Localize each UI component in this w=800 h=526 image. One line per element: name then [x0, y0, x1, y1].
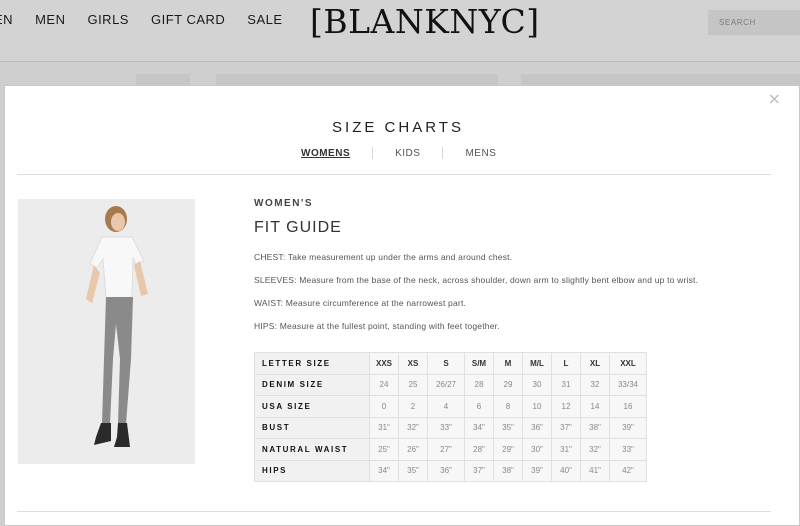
table-cell: 31: [551, 373, 581, 396]
row-label: USA SIZE: [254, 395, 370, 418]
sleeves-description: SLEEVES: Measure from the base of the ne…: [254, 275, 699, 285]
table-cell: 32: [580, 373, 610, 396]
table-cell: 26": [398, 438, 428, 461]
table-cell: 10: [522, 395, 552, 418]
table-cell: 42": [609, 459, 647, 482]
site-logo[interactable]: [BLANKNYC]: [310, 2, 540, 41]
table-cell: 4: [427, 395, 465, 418]
table-cell: 37": [464, 459, 494, 482]
fit-guide: WOMEN'S FIT GUIDE CHEST: Take measuremen…: [254, 198, 698, 331]
nav-item-sale[interactable]: SALE: [247, 12, 282, 27]
table-cell: 38": [493, 459, 523, 482]
waist-description: WAIST: Measure circumference at the narr…: [254, 298, 467, 308]
table-row: LETTER SIZE XXS XS S S/M M M/L L XL XXL: [254, 352, 647, 375]
hips-description: HIPS: Measure at the fullest point, stan…: [254, 321, 500, 331]
table-cell: XXS: [369, 352, 399, 375]
divider: [17, 174, 771, 175]
table-cell: M: [493, 352, 523, 375]
table-cell: 0: [369, 395, 399, 418]
table-cell: 28": [464, 438, 494, 461]
table-cell: 12: [551, 395, 581, 418]
table-cell: 35": [398, 459, 428, 482]
table-row: BUST 31" 32" 33" 34" 35" 36" 37" 38" 39": [254, 416, 647, 439]
table-cell: 34": [464, 416, 494, 439]
table-cell: 8: [493, 395, 523, 418]
table-cell: S/M: [464, 352, 494, 375]
row-label: LETTER SIZE: [254, 352, 370, 375]
table-cell: 36": [427, 459, 465, 482]
table-cell: 37": [551, 416, 581, 439]
table-cell: S: [427, 352, 465, 375]
chest-description: CHEST: Take measurement up under the arm…: [254, 252, 513, 262]
table-cell: XXL: [609, 352, 647, 375]
table-cell: 39": [522, 459, 552, 482]
table-cell: 32": [580, 438, 610, 461]
main-nav: EN MEN GIRLS GIFT CARD SALE: [0, 12, 305, 27]
table-cell: 28: [464, 373, 494, 396]
table-row: NATURAL WAIST 25" 26" 27" 28" 29" 30" 31" 32" 33": [254, 438, 647, 461]
fit-guide-title: FIT GUIDE: [254, 219, 342, 236]
table-cell: 38": [580, 416, 610, 439]
size-chart-modal: × SIZE CHARTS WOMENS KIDS MENS WOMEN'S F…: [4, 85, 800, 526]
table-cell: L: [551, 352, 581, 375]
table-cell: M/L: [522, 352, 552, 375]
close-icon[interactable]: ×: [768, 89, 781, 108]
table-cell: 30: [522, 373, 552, 396]
row-label: HIPS: [254, 459, 370, 482]
table-cell: 32": [398, 416, 428, 439]
row-label: DENIM SIZE: [254, 373, 370, 396]
table-cell: 35": [493, 416, 523, 439]
table-cell: 16: [609, 395, 647, 418]
table-cell: 31": [551, 438, 581, 461]
table-cell: 29": [493, 438, 523, 461]
table-cell: 39": [609, 416, 647, 439]
model-photo: [18, 199, 195, 464]
size-table: LETTER SIZE XXS XS S S/M M M/L L XL XXL DENIM SIZE…: [254, 352, 647, 482]
table-cell: 29: [493, 373, 523, 396]
search-input[interactable]: SEARCH: [708, 10, 800, 35]
table-cell: 26/27: [427, 373, 465, 396]
table-cell: 25: [398, 373, 428, 396]
tab-mens[interactable]: MENS: [443, 148, 518, 159]
tab-womens[interactable]: WOMENS: [291, 148, 372, 159]
table-cell: 33/34: [609, 373, 647, 396]
nav-item-gift-card[interactable]: GIFT CARD: [151, 12, 225, 27]
table-cell: 33": [427, 416, 465, 439]
table-cell: 14: [580, 395, 610, 418]
tab-kids[interactable]: KIDS: [373, 148, 442, 159]
table-cell: 6: [464, 395, 494, 418]
size-chart-tabs: WOMENS KIDS MENS: [291, 147, 518, 159]
table-cell: 31": [369, 416, 399, 439]
divider: [17, 511, 771, 512]
nav-item-men[interactable]: MEN: [35, 12, 65, 27]
table-cell: 30": [522, 438, 552, 461]
table-row: DENIM SIZE 24 25 26/27 28 29 30 31 32 33/34: [254, 373, 647, 396]
category-label: WOMEN'S: [254, 198, 313, 209]
modal-title: SIZE CHARTS: [332, 119, 464, 136]
table-cell: 27": [427, 438, 465, 461]
table-cell: 2: [398, 395, 428, 418]
nav-item-girls[interactable]: GIRLS: [87, 12, 129, 27]
table-cell: 34": [369, 459, 399, 482]
table-cell: 33": [609, 438, 647, 461]
row-label: NATURAL WAIST: [254, 438, 370, 461]
table-cell: XS: [398, 352, 428, 375]
table-row: HIPS 34" 35" 36" 37" 38" 39" 40" 41" 42": [254, 459, 647, 482]
table-cell: 41": [580, 459, 610, 482]
table-cell: 40": [551, 459, 581, 482]
table-cell: 25": [369, 438, 399, 461]
row-label: BUST: [254, 416, 370, 439]
nav-item-en[interactable]: EN: [0, 12, 13, 27]
table-cell: XL: [580, 352, 610, 375]
table-cell: 36": [522, 416, 552, 439]
table-row: USA SIZE 0 2 4 6 8 10 12 14 16: [254, 395, 647, 418]
table-cell: 24: [369, 373, 399, 396]
